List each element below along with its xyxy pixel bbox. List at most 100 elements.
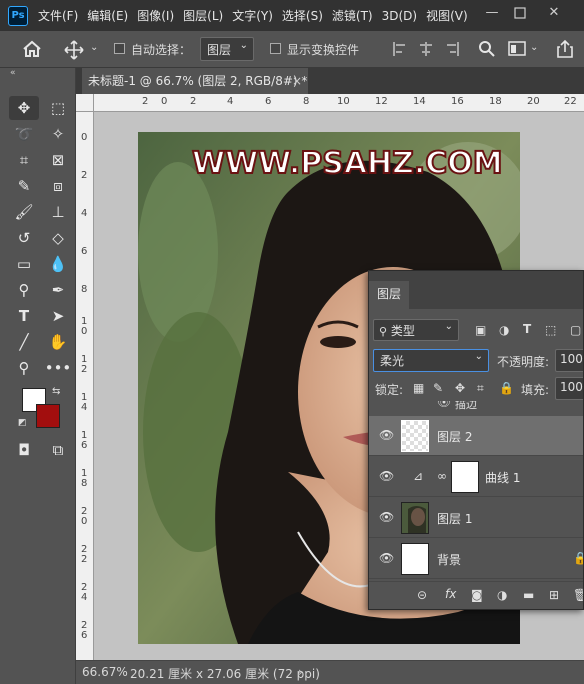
chevron-down-icon[interactable]: ⌄ [90, 42, 98, 53]
show-transform-checkbox[interactable] [270, 43, 281, 54]
menu-view[interactable]: 视图(V) [426, 7, 468, 24]
eye-icon[interactable]: 👁 [379, 428, 394, 442]
layer-name[interactable]: 图层 2 [437, 428, 472, 445]
type-filter-icon[interactable]: T [523, 322, 531, 336]
smart-object-filter-icon[interactable]: ▢ [570, 323, 581, 337]
filter-kind-dropdown[interactable]: ⚲ 类型 ⌄ [373, 319, 459, 341]
document-tab[interactable]: 未标题-1 @ 66.7% (图层 2, RGB/8#) * × [82, 68, 308, 94]
menu-select[interactable]: 选择(S) [282, 7, 323, 24]
document-info[interactable]: 20.21 厘米 x 27.06 厘米 (72 ppi) [130, 665, 320, 682]
add-mask-icon[interactable]: ◙ [471, 588, 483, 602]
fx-icon[interactable]: fx [445, 587, 456, 601]
layer-name[interactable]: 图层 1 [437, 510, 472, 527]
layer-mask-thumbnail[interactable] [451, 461, 479, 493]
close-icon[interactable]: ✕ [540, 2, 568, 26]
eye-icon[interactable]: 👁 [379, 551, 394, 565]
menu-image[interactable]: 图像(I) [137, 7, 174, 24]
move-tool-icon[interactable] [64, 40, 84, 60]
folder-icon[interactable]: ▬ [523, 588, 534, 602]
align-center-icon[interactable] [418, 41, 434, 57]
swap-colors-icon[interactable]: ⇆ [52, 386, 60, 397]
blend-mode-dropdown[interactable]: 柔光 ⌄ [373, 349, 489, 372]
shape-filter-icon[interactable]: ⬚ [545, 323, 556, 337]
effect-row[interactable]: 👁 描边 [369, 401, 583, 415]
move-tool-icon[interactable]: ✥ [9, 96, 39, 120]
layers-panel-header: 图层 [369, 271, 583, 309]
chevron-down-icon[interactable]: ⌄ [530, 42, 538, 53]
frame-tool-icon[interactable]: ⊠ [43, 148, 73, 172]
lock-position-icon[interactable]: ✥ [455, 381, 465, 395]
stamp-tool-icon[interactable]: ⊥ [43, 200, 73, 224]
quick-mask-icon[interactable]: ◘ [9, 438, 39, 462]
adjustment-filter-icon[interactable]: ◑ [499, 323, 509, 337]
workspace-icon[interactable] [508, 40, 528, 58]
opacity-field[interactable]: 100% [555, 349, 583, 372]
layers-tab[interactable]: 图层 [369, 281, 409, 309]
chevron-right-icon[interactable]: › [298, 665, 303, 679]
menu-layer[interactable]: 图层(L) [183, 7, 223, 24]
eye-icon: 👁 [437, 401, 451, 409]
auto-select-checkbox[interactable] [114, 43, 125, 54]
menu-type[interactable]: 文字(Y) [232, 7, 273, 24]
opacity-label: 不透明度: [497, 355, 550, 369]
eye-icon[interactable]: 👁 [379, 510, 394, 524]
gradient-tool-icon[interactable]: ▭ [9, 252, 39, 276]
healing-brush-icon[interactable]: ⧈ [43, 174, 73, 198]
menu-filter[interactable]: 滤镜(T) [332, 7, 373, 24]
type-tool-icon[interactable]: T [9, 304, 39, 328]
close-tab-icon[interactable]: × [292, 68, 302, 94]
restore-icon[interactable] [506, 2, 534, 26]
zoom-tool-icon[interactable]: ⚲ [9, 356, 39, 380]
lock-transparent-icon[interactable]: ▦ [413, 381, 424, 395]
zoom-level[interactable]: 66.67% [82, 665, 128, 679]
layer-row-layer2[interactable]: 👁 图层 2 [369, 416, 583, 456]
search-icon[interactable] [478, 40, 496, 58]
default-colors-icon[interactable]: ◩ [18, 418, 27, 428]
share-icon[interactable] [556, 39, 574, 59]
link-icon[interactable]: ∞ [437, 469, 447, 483]
pen-tool-icon[interactable]: ✒ [43, 278, 73, 302]
menu-3d[interactable]: 3D(D) [382, 9, 417, 23]
layer-row-curves1[interactable]: 👁 ⊿ ∞ 曲线 1 [369, 457, 583, 497]
delete-layer-icon[interactable]: 🗑 [573, 588, 583, 602]
layer-row-background[interactable]: 👁 背景 🔒 [369, 539, 583, 579]
dodge-tool-icon[interactable]: ⚲ [9, 278, 39, 302]
new-layer-icon[interactable]: ⊞ [549, 588, 559, 602]
menu-file[interactable]: 文件(F) [38, 7, 78, 24]
more-tools-icon[interactable]: ••• [43, 356, 73, 380]
layer-name[interactable]: 曲线 1 [485, 469, 520, 486]
align-right-icon[interactable] [444, 41, 460, 57]
fill-field[interactable]: 100% [555, 377, 583, 400]
menu-edit[interactable]: 编辑(E) [87, 7, 128, 24]
lock-artboard-icon[interactable]: ⌗ [477, 381, 484, 396]
home-icon[interactable] [22, 40, 42, 58]
background-color-swatch[interactable] [36, 404, 60, 428]
screen-mode-icon[interactable]: ⧉ [43, 438, 73, 462]
eraser-tool-icon[interactable]: ◇ [43, 226, 73, 250]
pixel-filter-icon[interactable]: ▣ [475, 323, 486, 337]
layer-thumbnail [401, 502, 429, 534]
auto-select-target-dropdown[interactable]: 图层 ⌄ [200, 37, 254, 61]
lock-all-icon[interactable]: 🔒 [499, 381, 514, 395]
collapse-icon[interactable]: « [10, 68, 16, 78]
crop-tool-icon[interactable]: ⌗ [9, 148, 39, 172]
minimize-icon[interactable]: — [478, 2, 506, 26]
lasso-tool-icon[interactable]: ➰ [9, 122, 39, 146]
layer-row-layer1[interactable]: 👁 图层 1 [369, 498, 583, 538]
hand-tool-icon[interactable]: ✋ [43, 330, 73, 354]
brush-tool-icon[interactable]: 🖌 [9, 200, 39, 224]
link-layers-icon[interactable]: ⊝ [417, 588, 427, 602]
magic-wand-icon[interactable]: ✧ [43, 122, 73, 146]
line-tool-icon[interactable]: ╱ [9, 330, 39, 354]
history-brush-icon[interactable]: ↺ [9, 226, 39, 250]
menu-bar: Ps 文件(F) 编辑(E) 图像(I) 图层(L) 文字(Y) 选择(S) 滤… [0, 0, 584, 31]
layer-name[interactable]: 背景 [437, 551, 461, 568]
path-select-icon[interactable]: ➤ [43, 304, 73, 328]
eyedropper-icon[interactable]: ✎ [9, 174, 39, 198]
blur-tool-icon[interactable]: 💧 [43, 252, 73, 276]
adjustment-layer-icon[interactable]: ◑ [497, 588, 507, 602]
lock-pixels-icon[interactable]: ✎ [433, 381, 443, 395]
eye-icon[interactable]: 👁 [379, 469, 394, 483]
marquee-tool-icon[interactable]: ⬚ [43, 96, 73, 120]
align-left-icon[interactable] [392, 41, 408, 57]
